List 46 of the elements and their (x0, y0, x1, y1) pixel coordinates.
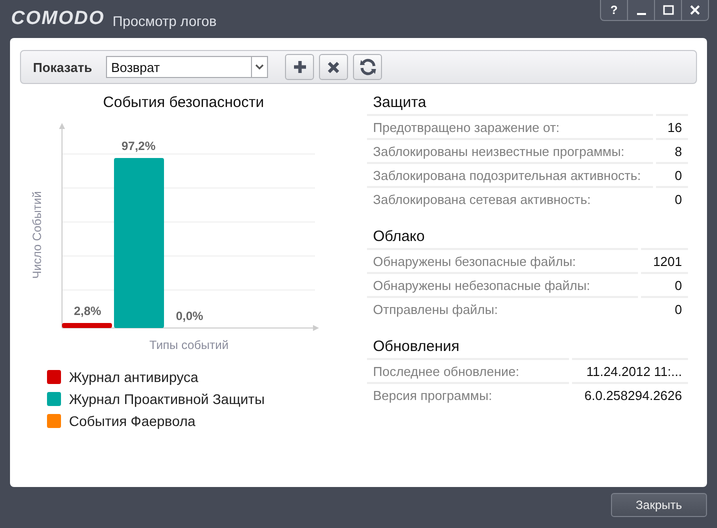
stat-label: Обнаружены небезопасные файлы: (367, 272, 638, 296)
close-dialog-button[interactable]: Закрыть (610, 493, 707, 517)
stat-label: Заблокирована сетевая активность: (367, 186, 653, 210)
x-axis-label: Типы событий (149, 338, 229, 352)
stat-label: Отправлены файлы: (367, 296, 638, 320)
section-heading: Облако (372, 228, 426, 247)
bar-value-label: 97,2% (121, 139, 156, 153)
refresh-icon (358, 58, 377, 76)
bar-value-label: 0,0% (176, 309, 204, 323)
minimize-icon (636, 13, 646, 15)
add-button[interactable] (285, 54, 314, 80)
y-axis-label: Число Событий (30, 191, 44, 279)
stat-value: 8 (656, 138, 688, 162)
bar-value-label: 2,8% (74, 304, 102, 318)
stat-value: 16 (656, 114, 688, 138)
stat-value: 1201 (641, 248, 688, 272)
maximize-icon (662, 5, 674, 15)
delete-button[interactable] (319, 54, 348, 80)
filter-dropdown[interactable]: Возврат (106, 56, 268, 78)
close-icon (690, 5, 700, 15)
chevron-down-icon (255, 64, 264, 70)
stat-label: Заблокированы неизвестные программы: (367, 138, 653, 162)
section-heading: Защита (372, 94, 428, 113)
section-heading: Обновления (372, 338, 460, 357)
legend-label: Журнал антивируса (69, 369, 198, 385)
stat-value: 11.24.2012 11:... (572, 358, 688, 382)
stat-label: Версия программы: (367, 382, 570, 406)
chart-bar (62, 323, 112, 328)
stat-label: Предотвращено заражение от: (367, 114, 653, 138)
stat-label: Последнее обновление: (367, 358, 570, 382)
stat-value: 0 (641, 272, 688, 296)
refresh-button[interactable] (353, 54, 382, 80)
stat-value: 6.0.258294.2626 (572, 382, 688, 406)
app-logo: COMODO (11, 8, 105, 30)
legend-label: Журнал Проактивной Защиты (69, 391, 265, 407)
stat-value: 0 (656, 162, 688, 186)
window-title: Просмотр логов (112, 12, 217, 28)
close-icon (327, 60, 340, 74)
plus-icon (292, 60, 307, 74)
chart-title: События безопасности (102, 94, 265, 113)
stat-label: Обнаружены безопасные файлы: (367, 248, 638, 272)
show-label: Показать (33, 60, 92, 74)
stat-label: Заблокирована подозрительная активность: (367, 162, 653, 186)
stat-value: 0 (656, 186, 688, 210)
stat-value: 0 (641, 296, 688, 320)
legend-label: События Фаервола (69, 413, 196, 429)
